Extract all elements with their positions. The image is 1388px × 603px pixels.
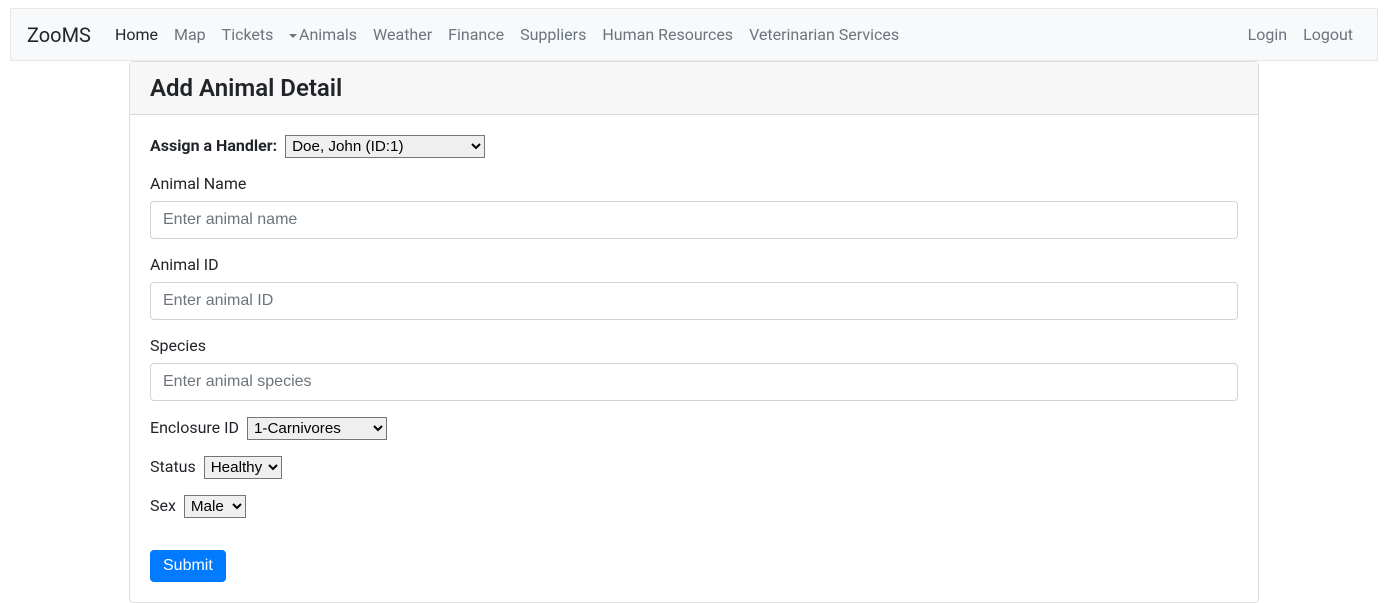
handler-group: Assign a Handler: Doe, John (ID:1) [150, 135, 1238, 158]
card-body: Assign a Handler: Doe, John (ID:1) Anima… [130, 115, 1258, 602]
animal-id-label: Animal ID [150, 255, 219, 274]
handler-label: Assign a Handler: [150, 136, 277, 155]
animal-id-group: Animal ID [150, 255, 1238, 320]
nav-login[interactable]: Login [1248, 25, 1287, 44]
nav-animals-dropdown[interactable]: Animals [289, 25, 357, 44]
submit-button[interactable]: Submit [150, 550, 226, 582]
sex-select[interactable]: Male [184, 495, 246, 518]
animal-name-label: Animal Name [150, 174, 246, 193]
nav-right: Login Logout [1240, 17, 1361, 52]
sex-group: Sex Male [150, 495, 1238, 518]
enclosure-group: Enclosure ID 1-Carnivores [150, 417, 1238, 440]
species-label: Species [150, 336, 206, 355]
species-group: Species [150, 336, 1238, 401]
nav-suppliers[interactable]: Suppliers [520, 25, 586, 44]
status-label: Status [150, 457, 196, 476]
enclosure-select[interactable]: 1-Carnivores [247, 417, 387, 440]
add-animal-card: Add Animal Detail Assign a Handler: Doe,… [129, 61, 1259, 603]
animal-name-group: Animal Name [150, 174, 1238, 239]
nav-weather[interactable]: Weather [373, 25, 432, 44]
status-group: Status Healthy [150, 456, 1238, 479]
navbar: ZooMS Home Map Tickets Animals Weather F… [10, 8, 1378, 61]
page-title: Add Animal Detail [150, 74, 1238, 102]
nav-finance[interactable]: Finance [448, 25, 504, 44]
nav-vet-services[interactable]: Veterinarian Services [749, 25, 899, 44]
species-input[interactable] [150, 363, 1238, 401]
animal-name-input[interactable] [150, 201, 1238, 239]
nav-map[interactable]: Map [174, 25, 206, 44]
brand[interactable]: ZooMS [27, 18, 91, 52]
nav-home[interactable]: Home [115, 25, 158, 44]
status-select[interactable]: Healthy [204, 456, 282, 479]
animal-id-input[interactable] [150, 282, 1238, 320]
card-header: Add Animal Detail [130, 62, 1258, 115]
nav-logout[interactable]: Logout [1303, 25, 1353, 44]
nav-human-resources[interactable]: Human Resources [602, 25, 733, 44]
sex-label: Sex [150, 496, 176, 515]
nav-main: Home Map Tickets Animals Weather Finance… [107, 17, 1240, 52]
enclosure-label: Enclosure ID [150, 418, 239, 437]
nav-tickets[interactable]: Tickets [222, 25, 274, 44]
handler-select[interactable]: Doe, John (ID:1) [285, 135, 485, 158]
